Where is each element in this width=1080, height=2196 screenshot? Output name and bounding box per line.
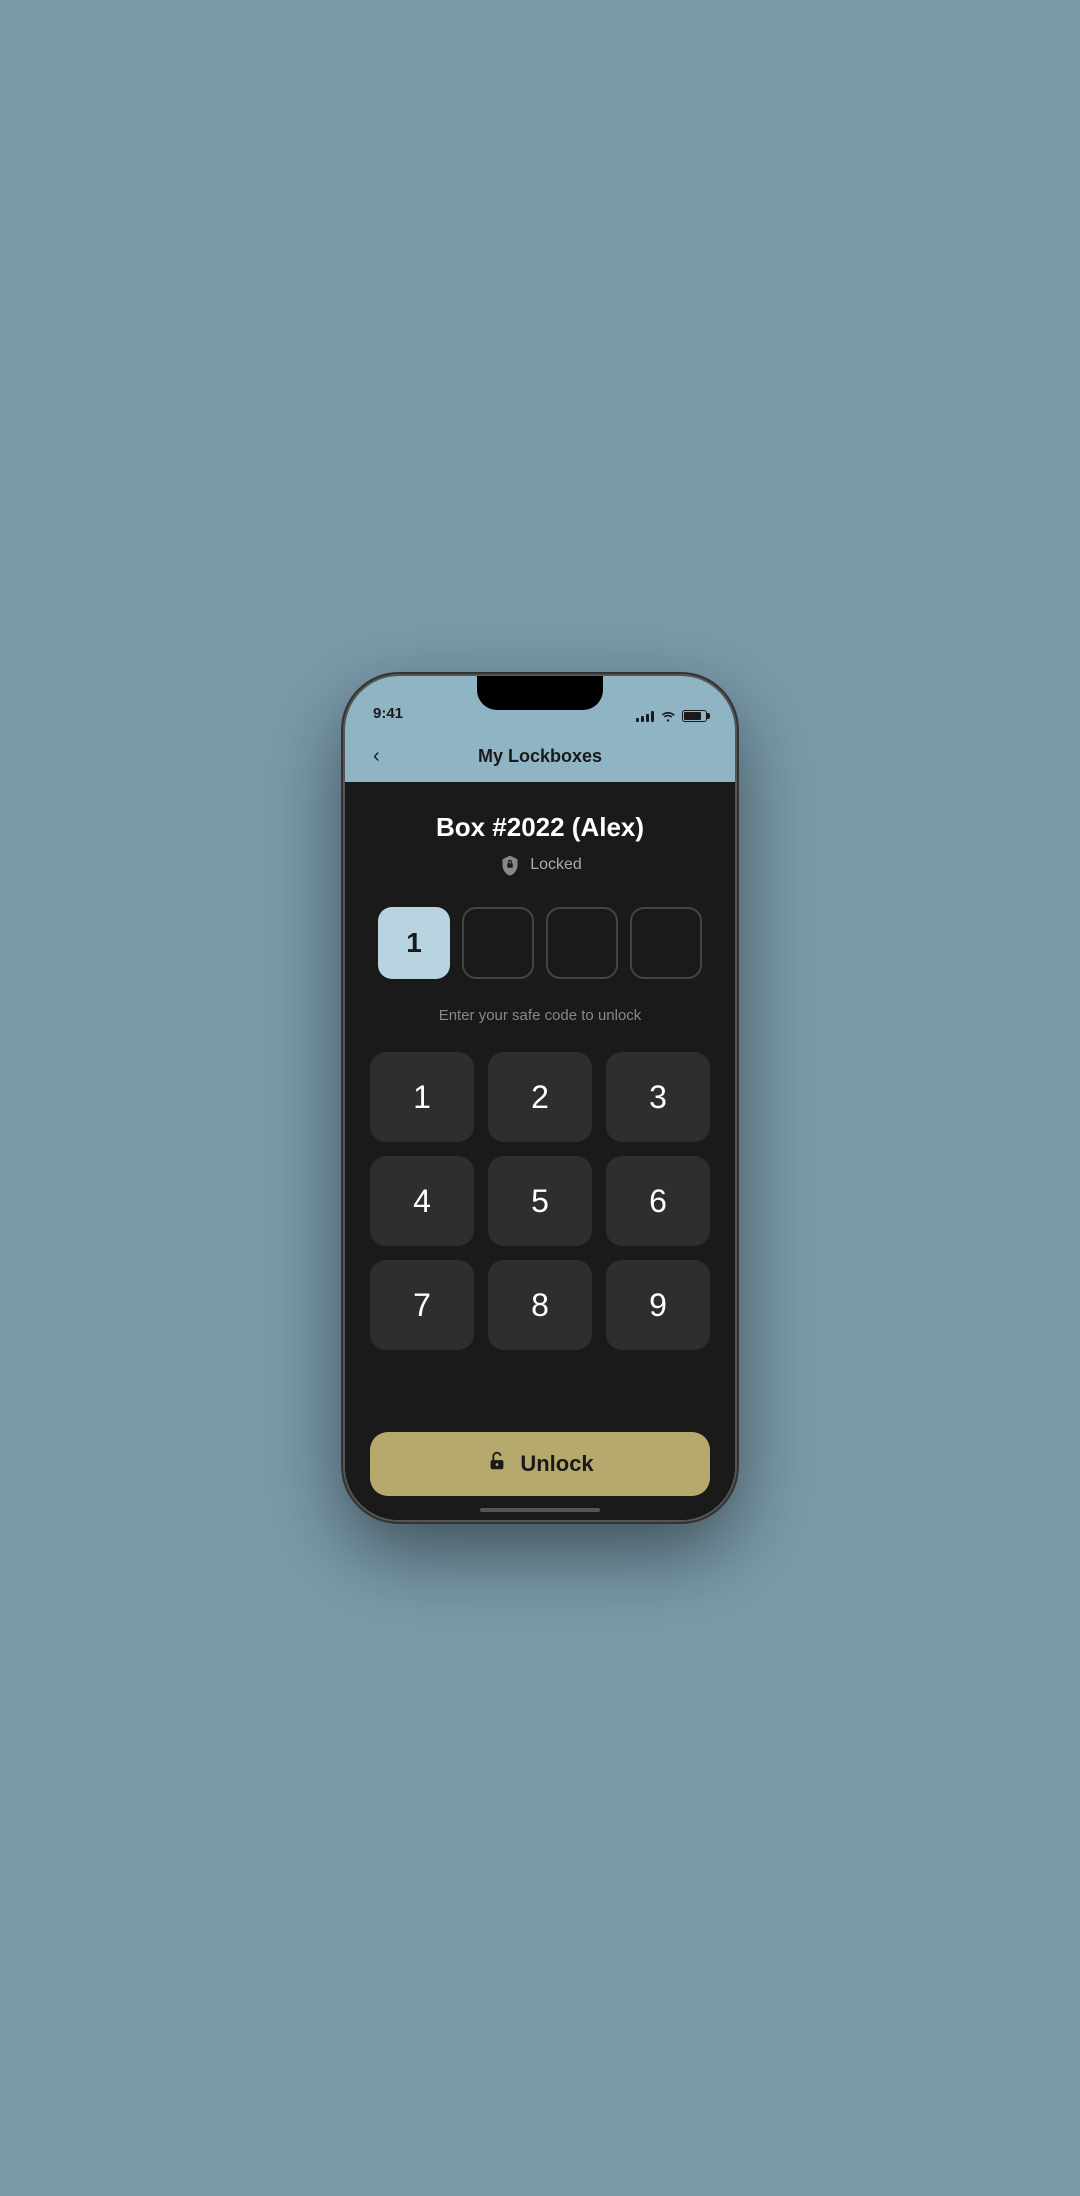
key-1[interactable]: 1 (370, 1052, 474, 1142)
wifi-icon (660, 710, 676, 722)
key-8[interactable]: 8 (488, 1260, 592, 1350)
keypad: 1 2 3 4 5 6 7 8 9 (369, 1052, 711, 1432)
code-slot-1: 1 (378, 907, 450, 979)
code-slot-2 (462, 907, 534, 979)
keypad-row-1: 1 2 3 (370, 1052, 710, 1142)
key-3[interactable]: 3 (606, 1052, 710, 1142)
code-display: 1 (378, 907, 702, 979)
status-time: 9:41 (373, 705, 403, 722)
signal-icon (636, 710, 654, 722)
key-2[interactable]: 2 (488, 1052, 592, 1142)
keypad-row-2: 4 5 6 (370, 1156, 710, 1246)
key-6[interactable]: 6 (606, 1156, 710, 1246)
nav-bar: ‹ My Lockboxes (345, 730, 735, 782)
main-content: Box #2022 (Alex) Locked 1 Enter your saf… (345, 782, 735, 1520)
key-4[interactable]: 4 (370, 1156, 474, 1246)
shield-lock-icon (498, 853, 522, 877)
code-slot-4 (630, 907, 702, 979)
unlock-button[interactable]: Unlock (370, 1432, 710, 1496)
phone-frame: 9:41 ‹ My Lockboxes Bo (345, 676, 735, 1520)
instruction-text: Enter your safe code to unlock (439, 1007, 642, 1024)
status-icons (636, 710, 707, 722)
unlock-lock-icon (486, 1450, 508, 1478)
lock-status: Locked (498, 853, 582, 877)
code-slot-3 (546, 907, 618, 979)
notch (477, 676, 603, 710)
home-indicator (480, 1508, 600, 1512)
keypad-row-3: 7 8 9 (370, 1260, 710, 1350)
unlock-button-label: Unlock (520, 1451, 593, 1477)
battery-icon (682, 710, 707, 722)
key-5[interactable]: 5 (488, 1156, 592, 1246)
nav-title: My Lockboxes (478, 746, 602, 767)
box-title: Box #2022 (Alex) (436, 812, 644, 843)
back-button[interactable]: ‹ (365, 737, 388, 776)
lock-status-text: Locked (530, 856, 582, 874)
key-7[interactable]: 7 (370, 1260, 474, 1350)
key-9[interactable]: 9 (606, 1260, 710, 1350)
